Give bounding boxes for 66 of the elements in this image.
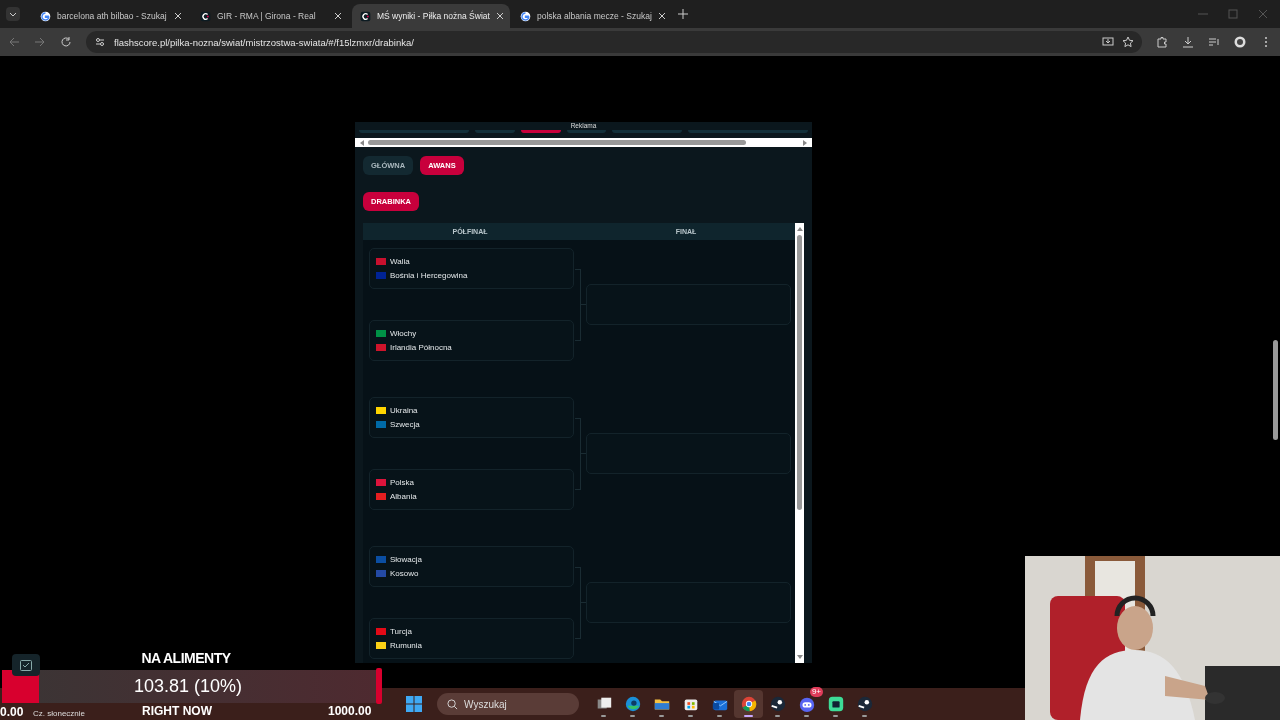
- app-icon: [826, 695, 845, 713]
- scroll-up-icon[interactable]: [796, 226, 803, 232]
- edge-icon: [623, 695, 642, 713]
- tab-list-icon[interactable]: [6, 7, 20, 21]
- notification-badge: 9+: [809, 687, 824, 697]
- team-name: Rumunia: [390, 641, 422, 650]
- match-card[interactable]: Polska Albania: [369, 469, 574, 510]
- reload-icon[interactable]: [60, 36, 72, 48]
- google-icon: [520, 10, 531, 22]
- team-name: Bośnia i Hercegowina: [390, 271, 468, 280]
- match-card[interactable]: Turcja Rumunia: [369, 618, 574, 659]
- google-icon: [40, 10, 51, 22]
- team-name: Turcja: [390, 627, 412, 636]
- browser-tab[interactable]: polska albania mecze - Szukaj: [512, 4, 670, 28]
- scroll-left-icon[interactable]: [359, 139, 365, 146]
- download-icon[interactable]: [1182, 36, 1194, 48]
- goal-caption: RIGHT NOW: [142, 704, 212, 718]
- checkbox-icon[interactable]: [12, 654, 40, 676]
- browser-tab[interactable]: MŚ wyniki - Piłka nożna Świat: [352, 4, 510, 28]
- scroll-right-icon[interactable]: [802, 139, 808, 146]
- match-card[interactable]: Walia Bośnia i Hercegowina: [369, 248, 574, 289]
- steam-icon: [768, 695, 787, 713]
- address-bar[interactable]: flashscore.pl/pilka-nozna/swiat/mistrzostwa-swiata/#/f15lzmxr/drabinka/: [86, 31, 1142, 53]
- site-icon: [360, 10, 371, 22]
- star-icon[interactable]: [1122, 36, 1134, 48]
- goal-amount: 103.81 (10%): [132, 676, 244, 697]
- search-icon: [447, 699, 459, 710]
- team-name: Irlandia Północna: [390, 343, 452, 352]
- taskbar-app[interactable]: [734, 690, 764, 718]
- taskbar-app[interactable]: 9+: [792, 690, 822, 718]
- forward-icon[interactable]: [34, 36, 46, 48]
- back-icon[interactable]: [8, 36, 20, 48]
- new-tab-icon[interactable]: [678, 9, 688, 19]
- team-name: Szwecja: [390, 420, 420, 429]
- install-icon[interactable]: [1102, 36, 1114, 48]
- chrome-icon: [739, 695, 758, 713]
- team-name: Ukraina: [390, 406, 418, 415]
- extensions-icon[interactable]: [1156, 36, 1168, 48]
- goal-max: 1000.00: [328, 704, 372, 718]
- site-icon: [200, 10, 211, 22]
- site-info-icon[interactable]: [94, 36, 106, 48]
- match-card[interactable]: Ukraina Szwecja: [369, 397, 574, 438]
- url-text: flashscore.pl/pilka-nozna/swiat/mistrzostwa-swiata/#/f15lzmxr/drabinka/: [114, 36, 415, 48]
- team-name: Albania: [390, 492, 417, 501]
- vertical-scrollbar[interactable]: [795, 223, 804, 663]
- team-name: Walia: [390, 257, 410, 266]
- team-name: Kosowo: [390, 569, 419, 578]
- browser-tab[interactable]: barcelona ath bilbao - Szukaj: [32, 4, 190, 28]
- goal-min: 0.00: [0, 705, 24, 719]
- match-card[interactable]: Włochy Irlandia Północna: [369, 320, 574, 361]
- weather-text[interactable]: Cz. słonecznie: [33, 709, 86, 718]
- team-name: Słowacja: [390, 555, 422, 564]
- browser-tab[interactable]: GIR - RMA | Girona - Real: [192, 4, 350, 28]
- team-name: Polska: [390, 478, 414, 487]
- match-card[interactable]: Słowacja Kosowo: [369, 546, 574, 587]
- start-icon[interactable]: [405, 695, 424, 713]
- goal-title: NA ALIMENTY: [140, 650, 232, 666]
- scroll-down-icon[interactable]: [796, 654, 803, 660]
- goal-bar-end-marker: [376, 668, 382, 704]
- team-name: Włochy: [390, 329, 417, 338]
- horizontal-scrollbar[interactable]: [355, 138, 812, 147]
- discord-icon: [797, 695, 816, 713]
- profile-icon[interactable]: [1234, 36, 1246, 48]
- media-icon[interactable]: [1208, 36, 1220, 48]
- steam-icon: [855, 695, 874, 713]
- search-field[interactable]: Wyszukaj: [437, 693, 580, 715]
